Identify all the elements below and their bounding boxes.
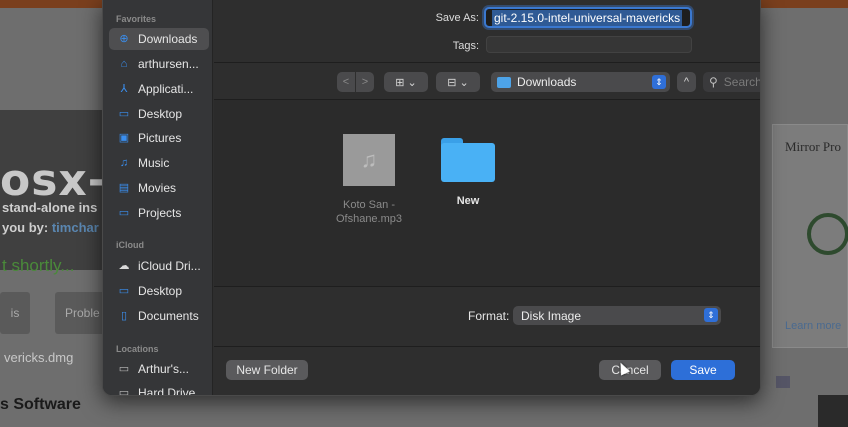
music-note-icon: ♫ xyxy=(119,156,129,169)
view-mode-button[interactable]: ⊞ ⌄ xyxy=(384,72,428,92)
background-learn-more-link[interactable]: Learn more xyxy=(785,320,841,332)
cancel-button[interactable]: Cancel xyxy=(599,360,661,380)
save-dialog: Favorites ⊕ Downloads ⌂ arthursen... ⅄ A… xyxy=(102,0,761,396)
file-browser: ♫ Koto San - Ofshane.mp3 New xyxy=(214,100,760,286)
save-as-value: git-2.15.0-intel-universal-mavericks xyxy=(492,9,683,26)
folder-icon: ▭ xyxy=(118,206,130,219)
sidebar-item-home[interactable]: ⌂ arthursen... xyxy=(109,53,209,75)
sidebar-heading-locations: Locations xyxy=(116,344,159,354)
sidebar-item-pictures[interactable]: ▣ Pictures xyxy=(109,127,209,149)
tags-label: Tags: xyxy=(452,40,479,52)
footer-divider xyxy=(214,346,760,347)
chevron-right-icon: > xyxy=(361,76,369,88)
sidebar-item-desktop[interactable]: ▭ Desktop xyxy=(109,103,209,125)
save-as-label: Save As: xyxy=(435,12,479,24)
download-circle-icon: ⊕ xyxy=(119,32,129,45)
mirror-logo-icon xyxy=(807,213,848,255)
sidebar-item-computer[interactable]: ▭ Arthur's... xyxy=(109,358,209,380)
cloud-icon: ☁ xyxy=(118,259,130,272)
document-icon: ▯ xyxy=(120,309,128,322)
background-card-title: Mirror Pro xyxy=(785,139,841,154)
folder-item[interactable]: New xyxy=(428,138,508,208)
tags-input[interactable] xyxy=(486,36,692,53)
sidebar-item-applications[interactable]: ⅄ Applicati... xyxy=(109,78,209,100)
background-button-b[interactable]: Proble xyxy=(55,292,107,334)
background-author-link[interactable]: timchar xyxy=(52,220,99,235)
background-author-line: you by: timchar xyxy=(2,220,99,235)
sidebar: Favorites ⊕ Downloads ⌂ arthursen... ⅄ A… xyxy=(103,0,213,396)
desktop-icon: ▭ xyxy=(118,107,130,120)
collapse-button[interactable]: ^ xyxy=(677,72,696,92)
files-divider-bottom xyxy=(214,286,760,287)
background-subtitle: stand-alone ins xyxy=(2,200,98,215)
new-folder-button[interactable]: New Folder xyxy=(226,360,308,380)
home-icon: ⌂ xyxy=(120,57,128,70)
group-mode-button[interactable]: ⊟ ⌄ xyxy=(436,72,480,92)
sidebar-item-hard-drive[interactable]: ▭ Hard Drive xyxy=(109,382,209,396)
format-label: Format: xyxy=(468,309,510,323)
background-button-a[interactable]: is xyxy=(0,292,30,334)
sidebar-item-music[interactable]: ♫ Music xyxy=(109,152,209,174)
background-small-icon xyxy=(776,376,790,388)
save-button[interactable]: Save xyxy=(671,360,735,380)
sidebar-heading-favorites: Favorites xyxy=(116,14,157,24)
hard-drive-icon: ▭ xyxy=(118,386,130,396)
search-placeholder: Search xyxy=(723,75,761,89)
applications-icon: ⅄ xyxy=(120,82,128,95)
background-ad-card: Mirror Pro Learn more xyxy=(772,124,848,348)
film-icon: ▤ xyxy=(118,181,130,194)
chevron-left-icon: < xyxy=(342,76,350,88)
chevron-up-icon: ^ xyxy=(683,76,690,88)
format-popup[interactable]: Disk Image ⇕ xyxy=(513,306,721,325)
forward-button[interactable]: > xyxy=(356,72,374,92)
search-icon: ⚲ xyxy=(709,75,718,89)
background-dmg-link[interactable]: vericks.dmg xyxy=(4,350,73,365)
format-value: Disk Image xyxy=(521,308,582,323)
background-software-heading: s Software xyxy=(0,396,81,413)
location-label: Downloads xyxy=(517,75,577,89)
folder-icon xyxy=(441,138,495,182)
up-down-chevron-icon: ⇕ xyxy=(652,75,666,89)
sidebar-item-icloud-desktop[interactable]: ▭ Desktop xyxy=(109,280,209,302)
sidebar-item-movies[interactable]: ▤ Movies xyxy=(109,177,209,199)
sidebar-item-downloads[interactable]: ⊕ Downloads xyxy=(109,28,209,50)
background-author-prefix: you by: xyxy=(2,220,52,235)
pictures-icon: ▣ xyxy=(118,131,130,144)
file-item[interactable]: ♫ Koto San - Ofshane.mp3 xyxy=(329,134,409,226)
laptop-icon: ▭ xyxy=(118,362,130,375)
file-name: Koto San - Ofshane.mp3 xyxy=(335,199,403,225)
background-dark-block xyxy=(818,395,848,427)
background-green-text: t shortly... xyxy=(2,256,75,275)
search-input[interactable]: ⚲ Search xyxy=(703,72,761,92)
folder-name: New xyxy=(456,195,480,207)
sidebar-item-documents[interactable]: ▯ Documents xyxy=(109,305,209,327)
sidebar-item-projects[interactable]: ▭ Projects xyxy=(109,202,209,224)
up-down-chevron-icon: ⇕ xyxy=(704,308,718,322)
save-as-input[interactable]: git-2.15.0-intel-universal-mavericks xyxy=(484,7,692,28)
folder-icon xyxy=(497,76,511,88)
toolbar-divider xyxy=(214,62,760,63)
dialog-main: Save As: git-2.15.0-intel-universal-mave… xyxy=(214,0,761,395)
group-view-icon: ⊟ ⌄ xyxy=(447,76,469,89)
audio-file-icon: ♫ xyxy=(343,134,395,186)
desktop-icon: ▭ xyxy=(118,284,130,297)
back-button[interactable]: < xyxy=(337,72,355,92)
location-popup[interactable]: Downloads ⇕ xyxy=(491,72,670,92)
sidebar-heading-icloud: iCloud xyxy=(116,240,144,250)
sidebar-item-icloud-drive[interactable]: ☁ iCloud Dri... xyxy=(109,255,209,277)
grid-view-icon: ⊞ ⌄ xyxy=(395,76,417,89)
